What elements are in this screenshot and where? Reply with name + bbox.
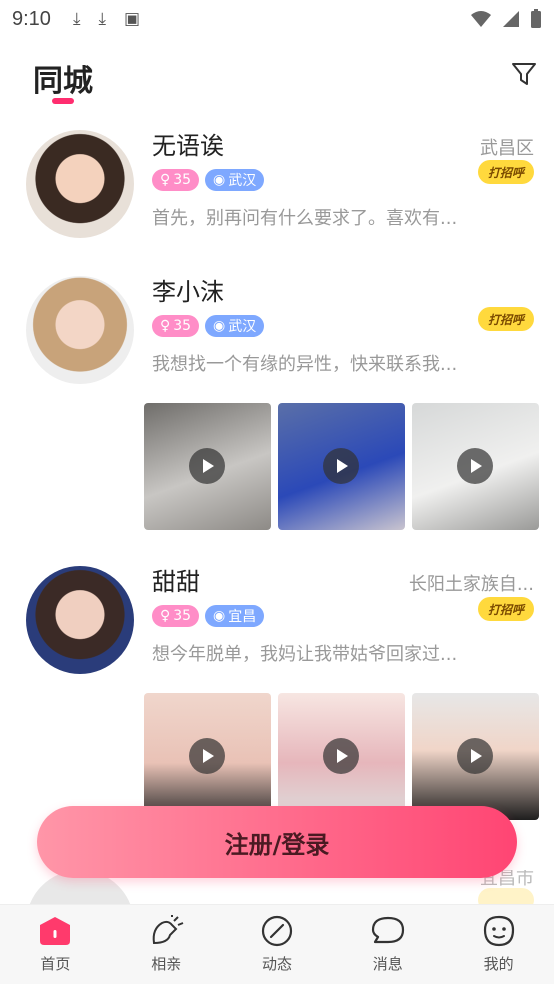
tab-moments[interactable]: 动态 (222, 905, 333, 984)
location-pin-icon: ◉ (213, 608, 226, 624)
tab-label: 动态 (261, 955, 292, 973)
play-icon[interactable] (323, 738, 359, 774)
user-location: 长阳土家族自... (408, 574, 534, 595)
city-badge: ◉ 武汉 (205, 169, 265, 191)
user-bio: 我想找一个有缘的异性，快来联系我... (152, 354, 458, 375)
greet-button[interactable]: 打招呼 (478, 597, 534, 621)
video-thumbnail[interactable] (412, 693, 539, 820)
matchmaking-icon (152, 915, 184, 945)
user-name: 李小沫 (152, 278, 224, 306)
city-value: 宜昌 (228, 609, 257, 625)
location-pin-icon: ◉ (213, 172, 226, 188)
tab-label: 我的 (483, 955, 514, 973)
age-value: 35 (173, 318, 192, 334)
city-badge: ◉ 宜昌 (205, 605, 265, 627)
status-bar: 9:10 ⤓ ⤓ ▣ (0, 0, 554, 38)
page-title[interactable]: 同城 (33, 56, 93, 100)
bottom-tab-bar: 首页 相亲 动态 消息 我的 (0, 904, 554, 984)
age-badge: ♀ 35 (152, 605, 200, 627)
media-gallery (144, 403, 539, 530)
user-card[interactable]: 无语诶 武昌区 ♀ 35 ◉ 武汉 打招呼 首先，别再问有什么要求了。喜欢有... (0, 118, 554, 258)
play-icon[interactable] (457, 738, 493, 774)
download-icon: ⤓ (98, 9, 106, 29)
user-name: 无语诶 (152, 132, 224, 160)
gender-icon: ♀ (160, 318, 171, 334)
status-time: 9:10 (12, 7, 51, 30)
tab-indicator (52, 98, 74, 104)
play-icon[interactable] (189, 448, 225, 484)
video-thumbnail[interactable] (278, 693, 405, 820)
login-button[interactable]: 注册/登录 (37, 806, 517, 878)
greet-button (478, 888, 534, 904)
age-badge: ♀ 35 (152, 315, 200, 337)
location-pin-icon: ◉ (213, 318, 226, 334)
tab-home[interactable]: 首页 (0, 905, 111, 984)
gender-icon: ♀ (160, 172, 171, 188)
tab-label: 首页 (40, 955, 71, 973)
avatar[interactable] (26, 130, 134, 238)
user-card[interactable]: 甜甜 长阳土家族自... ♀ 35 ◉ 宜昌 打招呼 想今年脱单，我妈让我带姑爷回家… (0, 548, 554, 820)
tab-matchmaking[interactable]: 相亲 (111, 905, 222, 984)
user-location: 武昌区 (480, 138, 534, 159)
greet-button[interactable]: 打招呼 (478, 307, 534, 331)
tab-messages[interactable]: 消息 (332, 905, 443, 984)
play-icon[interactable] (457, 448, 493, 484)
filter-icon[interactable] (510, 60, 538, 88)
age-badge: ♀ 35 (152, 169, 200, 191)
battery-icon (531, 9, 541, 28)
signal-icon (503, 11, 519, 27)
video-thumbnail[interactable] (144, 693, 271, 820)
city-value: 武汉 (228, 319, 257, 335)
gender-icon: ♀ (160, 608, 171, 624)
tab-label: 相亲 (151, 955, 182, 973)
video-thumbnail[interactable] (412, 403, 539, 530)
video-thumbnail[interactable] (278, 403, 405, 530)
media-gallery (144, 693, 539, 820)
moments-icon (261, 915, 293, 947)
city-value: 武汉 (228, 173, 257, 189)
tab-profile[interactable]: 我的 (443, 905, 554, 984)
wifi-icon (471, 11, 491, 27)
user-name: 甜甜 (152, 568, 200, 596)
tab-label: 消息 (372, 955, 403, 973)
notification-icon: ▣ (123, 9, 141, 29)
play-icon[interactable] (189, 738, 225, 774)
profile-icon (483, 915, 514, 947)
message-icon (371, 916, 404, 944)
avatar[interactable] (26, 566, 134, 674)
user-bio: 首先，别再问有什么要求了。喜欢有... (152, 208, 458, 229)
avatar[interactable] (26, 276, 134, 384)
city-badge: ◉ 武汉 (205, 315, 265, 337)
greet-button[interactable]: 打招呼 (478, 160, 534, 184)
user-bio: 想今年脱单，我妈让我带姑爷回家过... (152, 644, 458, 665)
age-value: 35 (173, 608, 192, 624)
play-icon[interactable] (323, 448, 359, 484)
video-thumbnail[interactable] (144, 403, 271, 530)
download-icon: ⤓ (72, 9, 81, 29)
home-icon (40, 917, 71, 945)
page-header: 同城 (0, 38, 554, 118)
user-card[interactable]: 李小沫 ♀ 35 ◉ 武汉 打招呼 我想找一个有缘的异性，快来联系我... (0, 258, 554, 538)
age-value: 35 (173, 172, 192, 188)
